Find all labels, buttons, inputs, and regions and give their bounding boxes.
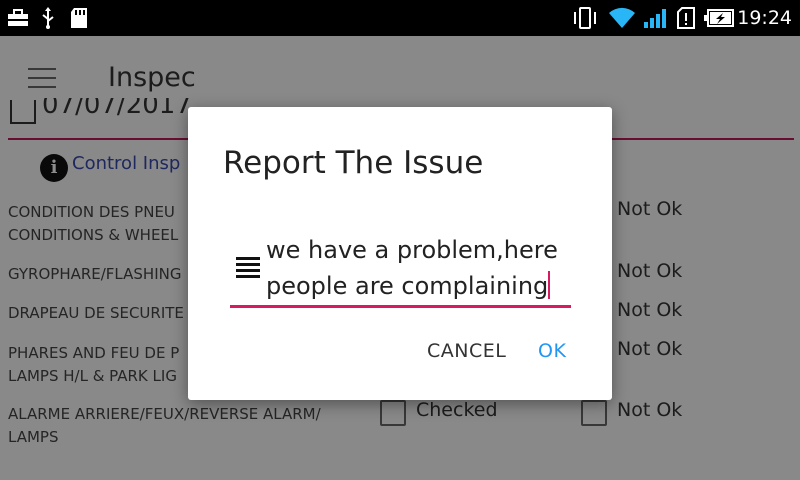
issue-text-line-2: people are complaining — [266, 272, 549, 300]
field-underline — [230, 305, 571, 308]
text-cursor — [548, 271, 551, 299]
report-issue-dialog: Report The Issue we have a problem,here … — [188, 107, 612, 400]
issue-text-line-1: we have a problem,here — [266, 236, 558, 264]
dialog-title: Report The Issue — [223, 145, 484, 181]
issue-text-input[interactable]: we have a problem,here people are compla… — [266, 232, 571, 304]
issue-text-field[interactable]: we have a problem,here people are compla… — [230, 232, 571, 308]
cancel-button[interactable]: CANCEL — [427, 340, 506, 362]
ok-button[interactable]: OK — [538, 340, 566, 362]
text-lines-icon — [236, 257, 260, 279]
